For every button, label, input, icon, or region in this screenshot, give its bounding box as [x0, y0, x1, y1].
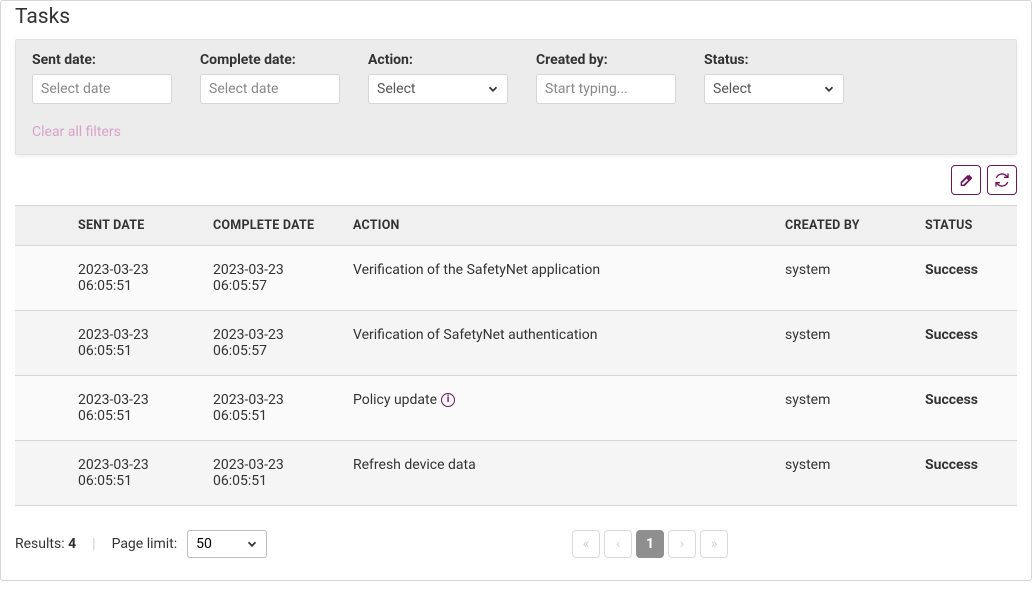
tasks-panel: Tasks Sent date: Complete date: Action: …: [0, 0, 1032, 581]
cell-complete: 2023-03-2306:05:51: [205, 441, 345, 505]
pager: « ‹ 1 › »: [283, 530, 1017, 558]
filter-panel: Sent date: Complete date: Action: Select: [15, 39, 1017, 155]
task-table: SENT DATE COMPLETE DATE ACTION CREATED B…: [15, 205, 1017, 506]
table-row: 2023-03-2306:05:512023-03-2306:05:57Veri…: [15, 311, 1017, 376]
cell-complete: 2023-03-2306:05:51: [205, 376, 345, 440]
status-select[interactable]: Select: [704, 74, 844, 104]
filter-sent-date: Sent date:: [32, 52, 172, 104]
cell-created: system: [777, 441, 917, 505]
cell-status: Success: [917, 376, 1017, 440]
table-toolbar: [1, 155, 1031, 199]
filter-complete-date: Complete date:: [200, 52, 340, 104]
cell-status: Success: [917, 246, 1017, 310]
refresh-button[interactable]: [987, 165, 1017, 195]
filter-action: Action: Select: [368, 52, 508, 104]
cell-sent: 2023-03-2306:05:51: [70, 246, 205, 310]
pager-first[interactable]: «: [572, 530, 600, 558]
filter-sent-date-label: Sent date:: [32, 52, 172, 68]
cell-status: Success: [917, 311, 1017, 375]
col-status: STATUS: [917, 206, 1017, 245]
pager-page-1[interactable]: 1: [636, 530, 664, 558]
filter-created-by: Created by:: [536, 52, 676, 104]
filter-row: Sent date: Complete date: Action: Select: [32, 52, 1000, 104]
clear-filters-link[interactable]: Clear all filters: [32, 124, 1000, 140]
cell-action: Verification of SafetyNet authentication: [345, 311, 777, 375]
table-body: 2023-03-2306:05:512023-03-2306:05:57Veri…: [15, 246, 1017, 506]
cell-action: Refresh device data: [345, 441, 777, 505]
cell-complete: 2023-03-2306:05:57: [205, 246, 345, 310]
refresh-icon: [994, 172, 1010, 188]
cell-created: system: [777, 376, 917, 440]
cell-complete: 2023-03-2306:05:57: [205, 311, 345, 375]
cell-sent: 2023-03-2306:05:51: [70, 441, 205, 505]
divider: |: [92, 536, 95, 552]
eraser-icon: [958, 172, 974, 188]
complete-date-input[interactable]: [200, 74, 340, 104]
page-title: Tasks: [1, 1, 1031, 39]
table-row: 2023-03-2306:05:512023-03-2306:05:51Refr…: [15, 441, 1017, 506]
col-sent: SENT DATE: [70, 206, 205, 245]
page-limit-label: Page limit:: [112, 536, 178, 552]
cell-sent: 2023-03-2306:05:51: [70, 376, 205, 440]
table-row: 2023-03-2306:05:512023-03-2306:05:51Poli…: [15, 376, 1017, 441]
pager-last[interactable]: »: [700, 530, 728, 558]
page-limit-select[interactable]: 50: [187, 530, 267, 558]
cell-created: system: [777, 246, 917, 310]
eraser-button[interactable]: [951, 165, 981, 195]
cell-sent: 2023-03-2306:05:51: [70, 311, 205, 375]
col-created: CREATED BY: [777, 206, 917, 245]
pager-prev[interactable]: ‹: [604, 530, 632, 558]
filter-status-label: Status:: [704, 52, 844, 68]
cell-action: Verification of the SafetyNet applicatio…: [345, 246, 777, 310]
filter-created-by-label: Created by:: [536, 52, 676, 68]
sent-date-input[interactable]: [32, 74, 172, 104]
col-action: ACTION: [345, 206, 777, 245]
created-by-input[interactable]: [536, 74, 676, 104]
table-header: SENT DATE COMPLETE DATE ACTION CREATED B…: [15, 206, 1017, 246]
filter-action-label: Action:: [368, 52, 508, 68]
page-limit: Page limit: 50: [112, 530, 268, 558]
pager-next[interactable]: ›: [668, 530, 696, 558]
cell-status: Success: [917, 441, 1017, 505]
results-count: Results: 4: [15, 536, 76, 552]
col-complete: COMPLETE DATE: [205, 206, 345, 245]
table-row: 2023-03-2306:05:512023-03-2306:05:57Veri…: [15, 246, 1017, 311]
cell-action: Policy updatei: [345, 376, 777, 440]
filter-status: Status: Select: [704, 52, 844, 104]
action-select[interactable]: Select: [368, 74, 508, 104]
info-icon[interactable]: i: [441, 393, 455, 407]
cell-created: system: [777, 311, 917, 375]
filter-complete-date-label: Complete date:: [200, 52, 340, 68]
table-footer: Results: 4 | Page limit: 50 « ‹ 1 › »: [1, 506, 1031, 558]
